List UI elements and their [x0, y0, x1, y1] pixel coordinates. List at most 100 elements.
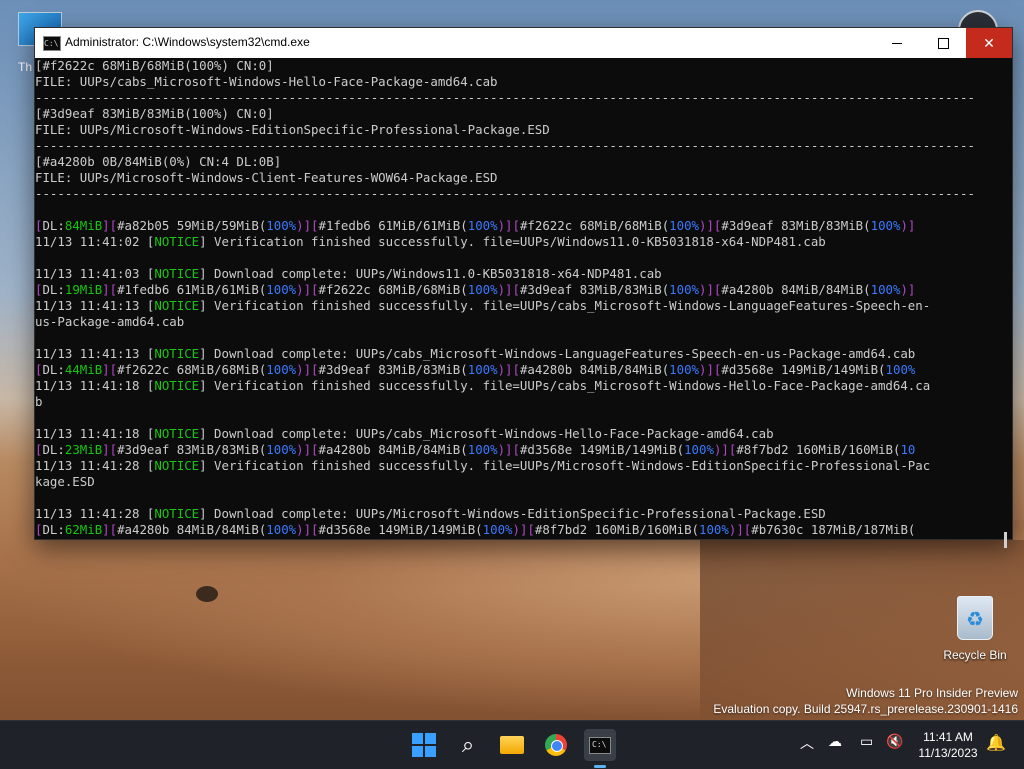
console-text: 100%: [669, 282, 700, 297]
notification-bell-icon[interactable]: 🔔: [986, 733, 1006, 753]
console-text: ][: [102, 362, 118, 377]
console-text: 11/13 11:41:13 [: [35, 298, 155, 313]
console-text: ][: [102, 218, 118, 233]
console-line: FILE: UUPs/cabs_Microsoft-Windows-Hello-…: [35, 74, 997, 90]
console-line: 11/13 11:41:18 [NOTICE] Verification fin…: [35, 378, 997, 394]
console-text: 19MiB: [64, 282, 103, 297]
console-text: )][: [728, 522, 752, 537]
window-title: Administrator: C:\Windows\system32\cmd.e…: [65, 35, 310, 49]
console-text: ][: [102, 522, 118, 537]
console-output[interactable]: [#f2622c 68MiB/68MiB(100%) CN:0] FILE: UU…: [35, 58, 997, 539]
minimize-icon: [892, 42, 902, 44]
console-text: )][: [497, 282, 520, 297]
console-text: )][: [296, 218, 319, 233]
console-text: NOTICE: [154, 458, 200, 473]
recycle-bin-label: Recycle Bin: [943, 648, 1007, 662]
desktop-shortcut-label: Th: [18, 60, 33, 74]
console-text: 11/13 11:41:18 [: [35, 378, 155, 393]
console-text: #a4280b 84MiB/84MiB(: [318, 442, 468, 457]
chrome-button[interactable]: [540, 729, 572, 761]
console-text: 11/13 11:41:28 [: [35, 506, 155, 521]
console-text: DL:: [42, 442, 65, 457]
watermark-line1: Windows 11 Pro Insider Preview: [846, 686, 1018, 700]
console-text: 100%: [669, 362, 700, 377]
console-text: ] Download complete: UUPs/Microsoft-Wind…: [199, 506, 826, 521]
console-text: #3d9eaf 83MiB/83MiB(: [519, 282, 670, 297]
console-text: [#f2622c 68MiB/68MiB(100%) CN:0]: [35, 58, 274, 73]
console-text: #f2622c 68MiB/68MiB(: [519, 218, 670, 233]
console-text: DL:: [42, 522, 65, 537]
console-text: kage.ESD: [35, 474, 95, 489]
console-line: [DL:62MiB][#a4280b 84MiB/84MiB(100%)][#d…: [35, 522, 997, 538]
console-text: #3d9eaf 83MiB/83MiB(: [721, 218, 871, 233]
console-text: FILE: UUPs/Microsoft-Windows-EditionSpec…: [35, 122, 550, 137]
console-line: [#a4280b 0B/84MiB(0%) CN:4 DL:0B]: [35, 154, 997, 170]
console-text: #f2622c 68MiB/68MiB(: [117, 362, 267, 377]
file-explorer-button[interactable]: [496, 729, 528, 761]
search-button[interactable]: ⌕: [452, 729, 484, 761]
onedrive-icon[interactable]: ☁: [828, 733, 842, 750]
console-text: #a4280b 84MiB/84MiB(: [721, 282, 871, 297]
windows-logo-icon: [412, 733, 436, 757]
console-text: 100%: [266, 218, 297, 233]
console-text: 62MiB: [64, 522, 103, 537]
console-text: NOTICE: [154, 298, 200, 313]
console-text: ] Verification finished successfully. fi…: [199, 298, 931, 313]
network-icon[interactable]: ▭: [860, 733, 873, 750]
console-text: 100%: [870, 282, 901, 297]
console-text: us-Package-amd64.cab: [35, 314, 185, 329]
console-text: 100%: [266, 362, 297, 377]
search-icon: ⌕: [461, 732, 475, 757]
cmd-app-icon: C:\: [43, 36, 61, 51]
console-text: 100%: [669, 218, 700, 233]
maximize-button[interactable]: [920, 28, 966, 58]
console-text: ----------------------------------------…: [35, 186, 975, 201]
console-text: 10: [900, 442, 916, 457]
console-text: b: [35, 394, 43, 409]
console-text: 11/13 11:41:18 [: [35, 426, 155, 441]
show-hidden-icons-chevron-icon[interactable]: ︿: [800, 733, 814, 753]
console-text: DL:: [42, 362, 65, 377]
recycle-bin[interactable]: ♻ Recycle Bin: [942, 596, 1008, 662]
console-text: #f2622c 68MiB/68MiB(: [318, 282, 468, 297]
clock-date: 11/13/2023: [918, 746, 978, 760]
console-text: NOTICE: [154, 378, 200, 393]
console-text: ] Verification finished successfully. fi…: [199, 234, 826, 249]
console-text: #b7630c 187MiB/187MiB(: [751, 522, 916, 537]
console-text: #8f7bd2 160MiB/160MiB(: [736, 442, 901, 457]
console-line: 11/13 11:41:03 [NOTICE] Download complet…: [35, 266, 997, 282]
volume-muted-icon[interactable]: 🔇: [886, 733, 903, 750]
console-line: FILE: UUPs/Microsoft-Windows-Client-Feat…: [35, 170, 997, 186]
evaluation-watermark: Windows 11 Pro Insider Preview Evaluatio…: [713, 685, 1018, 717]
console-text: )][: [296, 442, 319, 457]
console-text: 100%: [467, 282, 498, 297]
minimize-button[interactable]: [874, 28, 920, 58]
console-scrollbar[interactable]: [997, 58, 1012, 548]
console-text: #a4280b 84MiB/84MiB(: [117, 522, 267, 537]
taskbar-clock[interactable]: 11:41 AM 11/13/2023: [912, 729, 984, 761]
console-text: #d3568e 149MiB/149MiB(: [519, 442, 685, 457]
console-text: [#a4280b 0B/84MiB(0%) CN:4 DL:0B]: [35, 154, 282, 169]
console-line: FILE: UUPs/Microsoft-Windows-EditionSpec…: [35, 122, 997, 138]
console-line: 11/13 11:41:13 [NOTICE] Verification fin…: [35, 298, 997, 314]
console-line: [#f2622c 68MiB/68MiB(100%) CN:0]: [35, 58, 997, 74]
terminal-button[interactable]: C:\: [584, 729, 616, 761]
clock-time: 11:41 AM: [923, 730, 973, 744]
window-titlebar[interactable]: C:\ Administrator: C:\Windows\system32\c…: [35, 28, 1012, 58]
console-text: ] Verification finished successfully. fi…: [199, 458, 931, 473]
console-text: #d3568e 149MiB/149MiB(: [318, 522, 483, 537]
console-text: ] Download complete: UUPs/Windows11.0-KB…: [199, 266, 662, 281]
scrollbar-thumb[interactable]: [1004, 532, 1007, 548]
cmd-window[interactable]: C:\ Administrator: C:\Windows\system32\c…: [34, 27, 1013, 548]
console-text: ] Download complete: UUPs/cabs_Microsoft…: [199, 346, 916, 361]
close-button[interactable]: ✕: [966, 28, 1012, 58]
start-button[interactable]: [408, 729, 440, 761]
console-text: #8f7bd2 160MiB/160MiB(: [534, 522, 700, 537]
console-text: #3d9eaf 83MiB/83MiB(: [318, 362, 468, 377]
console-text: )][: [296, 282, 319, 297]
console-line: 11/13 11:41:18 [NOTICE] Download complet…: [35, 426, 997, 442]
console-text: 11/13 11:41:13 [: [35, 346, 155, 361]
